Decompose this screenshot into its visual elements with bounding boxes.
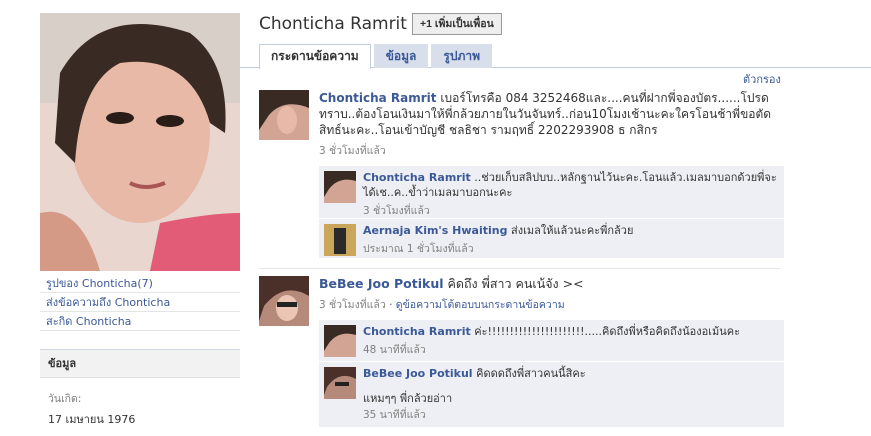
comment-message: คิดดดถึงพี่สาวคนนี้สิคะ: [472, 367, 586, 380]
comment: Chonticha Ramrit ..ช่วยเก็บสลิปบบ..หลักฐ…: [319, 166, 784, 219]
send-message-link[interactable]: ส่งข้อความถึง Chonticha: [40, 293, 240, 312]
comment-text: Aernaja Kim's Hwaiting ส่งเมลให้แล้วนะคะ…: [363, 223, 778, 257]
commenter-avatar[interactable]: [324, 325, 356, 357]
comment-author[interactable]: Chonticha Ramrit: [363, 325, 471, 338]
birthday-label: วันเกิด:: [48, 393, 82, 405]
comment-message: ค่ะ!!!!!!!!!!!!!!!!!!!!!!.....คิดถึงพี่ห…: [470, 325, 740, 338]
comment-time: 48 นาทีที่แล้ว: [363, 344, 426, 356]
add-friend-button[interactable]: +1 เพิ่มเป็นเพื่อน: [412, 13, 502, 35]
photos-link[interactable]: รูปของ Chonticha(7): [40, 274, 240, 293]
post-text: Chonticha Ramrit เบอร์โทรคือ 084 3252468…: [319, 90, 781, 138]
wall-post: Chonticha Ramrit เบอร์โทรคือ 084 3252468…: [259, 90, 784, 265]
profile-photo-image: [40, 13, 240, 271]
poke-link[interactable]: สะกิด Chonticha: [40, 312, 240, 331]
tab-photos[interactable]: รูปภาพ: [431, 44, 493, 68]
comment-text: Chonticha Ramrit ค่ะ!!!!!!!!!!!!!!!!!!!!…: [363, 324, 778, 358]
comment: BeBee Joo Potikul คิดดดถึงพี่สาวคนนี้สิค…: [319, 362, 784, 428]
comment-time: 35 นาทีที่แล้ว: [363, 409, 426, 421]
comment-author[interactable]: Aernaja Kim's Hwaiting: [363, 224, 507, 237]
info-heading: ข้อมูล: [40, 350, 240, 378]
wall-post: BeBee Joo Potikul คิดถึง พี่สาว คนเน้จัง…: [259, 276, 784, 436]
info-box: ข้อมูล วันเกิด: 17 เมษายน 1976: [40, 349, 240, 436]
post-separator: [259, 268, 780, 269]
post-text: BeBee Joo Potikul คิดถึง พี่สาว คนเน้จัง…: [319, 276, 781, 292]
filter-link[interactable]: ตัวกรอง: [743, 70, 781, 88]
tab-wall[interactable]: กระดานข้อความ: [259, 44, 371, 69]
profile-photo[interactable]: [40, 13, 240, 271]
see-wall-to-wall-link[interactable]: · ดูข้อความโต้ตอบบนกระดานข้อความ: [386, 299, 565, 311]
profile-name: Chonticha Ramrit: [259, 14, 407, 34]
profile-links: รูปของ Chonticha(7) ส่งข้อความถึง Chonti…: [40, 274, 240, 331]
comment: Aernaja Kim's Hwaiting ส่งเมลให้แล้วนะคะ…: [319, 219, 784, 259]
post-author-avatar[interactable]: [259, 90, 309, 140]
commenter-avatar[interactable]: [324, 224, 356, 256]
post-time[interactable]: 3 ชั่วโมงที่แล้ว: [319, 299, 386, 311]
post-author[interactable]: Chonticha Ramrit: [319, 91, 437, 105]
post-meta: 3 ชั่วโมงที่แล้ว · ดูข้อความโต้ตอบบนกระด…: [319, 296, 565, 313]
comment: Chonticha Ramrit ค่ะ!!!!!!!!!!!!!!!!!!!!…: [319, 320, 784, 362]
post-time[interactable]: 3 ชั่วโมงที่แล้ว: [319, 142, 386, 159]
comment-author[interactable]: BeBee Joo Potikul: [363, 367, 473, 380]
comment-time: ประมาณ 1 ชั่วโมงที่แล้ว: [363, 243, 474, 255]
comment-list: Chonticha Ramrit ..ช่วยเก็บสลิปบบ..หลักฐ…: [319, 166, 784, 259]
comment-text: BeBee Joo Potikul คิดดดถึงพี่สาวคนนี้สิค…: [363, 366, 778, 423]
tab-info[interactable]: ข้อมูล: [373, 44, 429, 68]
birthday-value: 17 เมษายน 1976: [48, 413, 136, 426]
comment-message-line2: แหมๆๆ พี่กล้วยอ่าา: [363, 392, 453, 405]
comment-message: ส่งเมลให้แล้วนะคะพี่กล้วย: [507, 224, 634, 237]
commenter-avatar[interactable]: [324, 171, 356, 203]
commenter-avatar[interactable]: [324, 367, 356, 399]
comment-list: Chonticha Ramrit ค่ะ!!!!!!!!!!!!!!!!!!!!…: [319, 320, 784, 428]
post-author[interactable]: BeBee Joo Potikul: [319, 276, 444, 291]
profile-tabs: กระดานข้อความ ข้อมูล รูปภาพ: [259, 44, 493, 69]
post-message: คิดถึง พี่สาว คนเน้จัง ><: [443, 276, 584, 291]
comment-author[interactable]: Chonticha Ramrit: [363, 171, 471, 184]
comment-time: 3 ชั่วโมงที่แล้ว: [363, 205, 430, 217]
post-author-avatar[interactable]: [259, 276, 309, 326]
comment-text: Chonticha Ramrit ..ช่วยเก็บสลิปบบ..หลักฐ…: [363, 170, 778, 219]
